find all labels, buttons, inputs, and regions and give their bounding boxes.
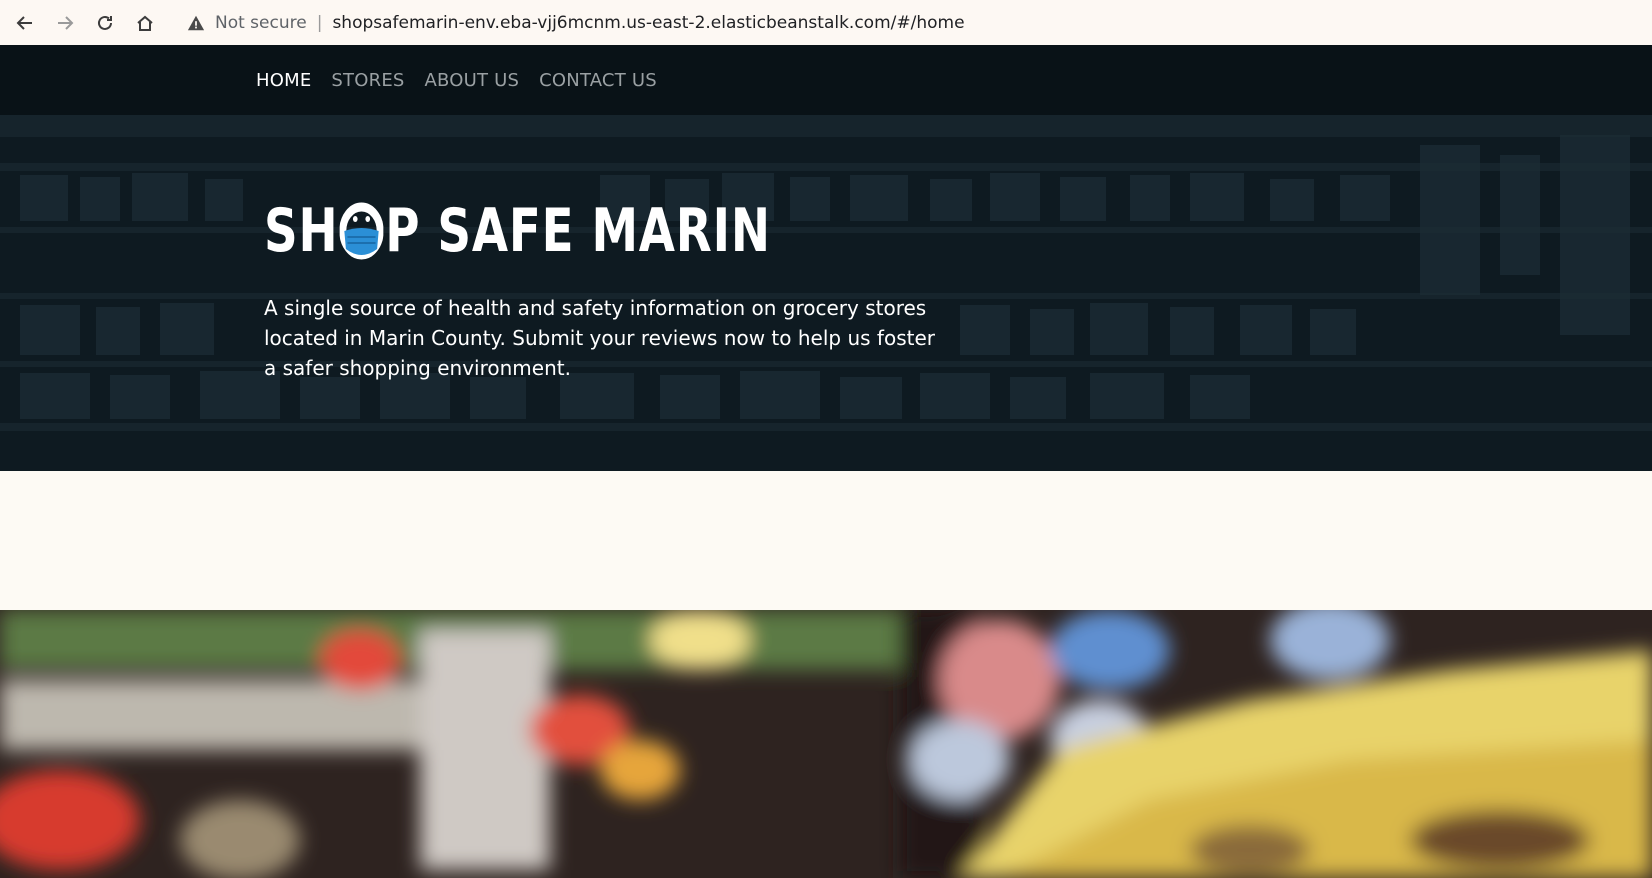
hero-section: SH P SAFE MARIN A single source of healt… — [0, 115, 1652, 471]
nav-contact-us[interactable]: CONTACT US — [539, 70, 657, 91]
security-status[interactable]: Not secure — [215, 13, 307, 33]
hero-tagline: A single source of health and safety inf… — [264, 296, 935, 380]
brand-text-start: SH — [264, 196, 339, 266]
nav-stores[interactable]: STORES — [331, 70, 404, 91]
nav-links: HOME STORES ABOUT US CONTACT US — [256, 70, 657, 91]
reload-icon[interactable] — [85, 0, 125, 45]
produce-photo — [0, 610, 1652, 878]
forward-icon[interactable] — [45, 0, 85, 45]
site-navbar: HOME STORES ABOUT US CONTACT US — [0, 45, 1652, 115]
face-mask-icon — [339, 201, 385, 261]
address-separator: | — [316, 12, 323, 33]
brand-logo: SH P SAFE MARIN — [264, 201, 914, 261]
brand-text-end: P SAFE MARIN — [385, 196, 771, 266]
nav-about-us[interactable]: ABOUT US — [425, 70, 520, 91]
content-spacer — [0, 471, 1652, 610]
address-bar[interactable]: Not secure | shopsafemarin-env.eba-vjj6m… — [187, 0, 965, 45]
nav-home[interactable]: HOME — [256, 70, 311, 91]
warning-icon — [187, 15, 205, 30]
url-text[interactable]: shopsafemarin-env.eba-vjj6mcnm.us-east-2… — [332, 13, 964, 33]
home-icon[interactable] — [125, 0, 165, 45]
produce-banner-image — [0, 610, 1652, 878]
browser-toolbar: Not secure | shopsafemarin-env.eba-vjj6m… — [0, 0, 1652, 45]
back-icon[interactable] — [5, 0, 45, 45]
